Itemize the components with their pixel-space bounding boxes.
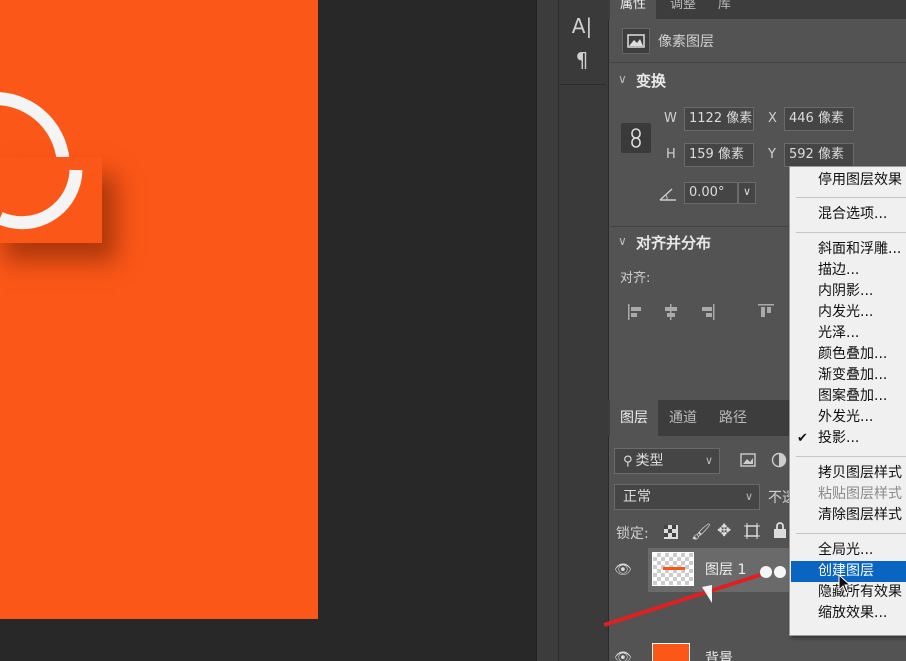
layer-kind-label: 像素图层 xyxy=(658,34,714,50)
document-canvas[interactable] xyxy=(0,0,318,619)
align-section-title[interactable]: 对齐并分布 xyxy=(636,232,711,253)
align-horizontal-centers-icon[interactable] xyxy=(662,303,680,321)
search-icon: ⚲ xyxy=(623,454,633,469)
lock-position-icon[interactable]: ✥ xyxy=(717,521,731,541)
angle-icon xyxy=(658,186,678,202)
menu-item-stroke[interactable]: 描边... xyxy=(791,260,906,281)
lock-image-pixels-icon[interactable]: 🖌︎ xyxy=(691,522,711,541)
align-left-edges-icon[interactable] xyxy=(627,303,645,321)
menu-separator xyxy=(796,456,906,457)
x-field[interactable]: 446 像素 xyxy=(784,107,854,131)
divider xyxy=(610,62,906,63)
adjustment-filter-icon[interactable] xyxy=(771,452,787,468)
blend-mode-value: 正常 xyxy=(623,489,651,505)
properties-tab-bar: 属性 调整 库 xyxy=(608,0,906,19)
chevron-down-icon: ∨ xyxy=(743,185,752,198)
align-label: 对齐: xyxy=(620,271,651,286)
visibility-eye-icon[interactable]: 👁︎ xyxy=(614,650,632,661)
menu-separator xyxy=(796,232,906,233)
menu-item-bevel-emboss[interactable]: 斜面和浮雕... xyxy=(791,239,906,260)
tab-libraries[interactable]: 库 xyxy=(708,0,741,19)
layer-filter-dropdown[interactable]: ⚲ 类型 ∨ xyxy=(614,448,720,474)
menu-item-blending-options[interactable]: 混合选项... xyxy=(791,204,906,225)
tab-adjustments[interactable]: 调整 xyxy=(660,0,706,19)
menu-item-pattern-overlay[interactable]: 图案叠加... xyxy=(791,386,906,407)
chevron-down-icon: ∨ xyxy=(744,490,753,503)
layer-style-context-menu: 停用图层效果 混合选项... 斜面和浮雕... 描边... 内阴影... 内发光… xyxy=(789,166,906,636)
background-layer-name[interactable]: 背景 xyxy=(705,648,733,661)
tab-layers[interactable]: 图层 xyxy=(610,400,658,436)
menu-item-inner-shadow[interactable]: 内阴影... xyxy=(791,281,906,302)
menu-item-clear-layer-style[interactable]: 清除图层样式 xyxy=(791,505,906,526)
link-icon xyxy=(631,128,641,148)
align-right-edges-icon[interactable] xyxy=(698,303,716,321)
height-field[interactable]: 159 像素 xyxy=(684,143,754,167)
menu-item-label: 投影... xyxy=(818,430,860,446)
y-label: Y xyxy=(768,147,776,162)
tab-properties[interactable]: 属性 xyxy=(610,0,657,19)
menu-item-copy-layer-style[interactable]: 拷贝图层样式 xyxy=(791,463,906,484)
lock-artboard-icon[interactable] xyxy=(744,523,760,539)
menu-separator xyxy=(796,533,906,534)
ring-lower-arc xyxy=(0,169,83,230)
transform-section-title[interactable]: 变换 xyxy=(636,70,666,91)
divider xyxy=(560,84,606,85)
checkmark-icon: ✔ xyxy=(797,431,808,446)
chevron-down-icon: ∨ xyxy=(704,454,713,467)
menu-item-outer-glow[interactable]: 外发光... xyxy=(791,407,906,428)
w-label: W xyxy=(664,111,677,126)
x-label: X xyxy=(768,111,777,126)
blend-mode-dropdown[interactable]: 正常 ∨ xyxy=(614,484,760,510)
lock-transparent-pixels-icon[interactable] xyxy=(664,525,678,539)
chevron-down-icon[interactable]: ∨ xyxy=(618,72,627,86)
menu-item-scale-effects[interactable]: 缩放效果... xyxy=(791,603,906,624)
tab-channels[interactable]: 通道 xyxy=(659,400,707,436)
tab-paths[interactable]: 路径 xyxy=(709,400,757,436)
h-label: H xyxy=(666,147,676,162)
align-top-edges-icon[interactable] xyxy=(757,303,775,321)
mouse-cursor-icon xyxy=(838,574,852,594)
background-thumbnail xyxy=(652,643,690,661)
lock-all-icon[interactable] xyxy=(773,522,787,538)
chevron-down-icon[interactable]: ∨ xyxy=(618,234,627,248)
paragraph-panel-icon[interactable]: ¶ xyxy=(568,48,596,72)
pixel-filter-icon[interactable] xyxy=(740,452,756,468)
menu-item-global-light[interactable]: 全局光... xyxy=(791,540,906,561)
filter-label: 类型 xyxy=(635,453,664,469)
angle-dropdown[interactable]: ∨ xyxy=(738,182,756,204)
menu-separator xyxy=(796,197,906,198)
menu-item-inner-glow[interactable]: 内发光... xyxy=(791,302,906,323)
width-field[interactable]: 1122 像素 xyxy=(684,107,754,131)
annotation-arrow xyxy=(603,566,786,627)
menu-item-paste-layer-style: 粘贴图层样式 xyxy=(818,486,902,502)
menu-item-gradient-overlay[interactable]: 渐变叠加... xyxy=(791,365,906,386)
character-panel-icon[interactable]: A| xyxy=(568,14,596,38)
lock-label: 锁定: xyxy=(616,526,649,542)
angle-field[interactable]: 0.00° xyxy=(684,182,738,204)
menu-item-satin[interactable]: 光泽... xyxy=(791,323,906,344)
menu-item-color-overlay[interactable]: 颜色叠加... xyxy=(791,344,906,365)
menu-item-drop-shadow[interactable]: ✔ 投影... xyxy=(791,428,906,449)
link-dimensions-button[interactable] xyxy=(621,123,651,153)
y-field[interactable]: 592 像素 xyxy=(784,143,854,167)
pixel-layer-icon xyxy=(622,28,650,54)
menu-item-disable-layer-effects[interactable]: 停用图层效果 xyxy=(791,170,906,191)
